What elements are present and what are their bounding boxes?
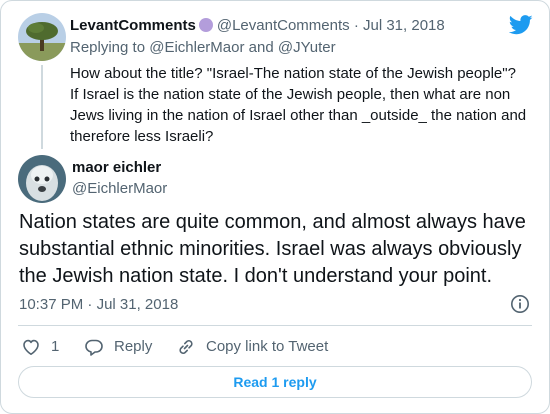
replying-to-line: Replying to @EichlerMaor and @JYuter <box>70 39 336 57</box>
author-handle[interactable]: @LevantComments <box>217 17 350 34</box>
parent-tweet-text: How about the title? "Israel-The nation … <box>70 63 532 147</box>
main-tweet-text: Nation states are quite common, and almo… <box>19 209 539 290</box>
read-replies-button[interactable]: Read 1 reply <box>18 366 532 398</box>
tweet-text-line: Jews living in the nation of Israel othe… <box>70 107 527 124</box>
copy-link-label: Copy link to Tweet <box>206 338 329 355</box>
tweet-text-line: If Israel is the nation state of the Jew… <box>70 86 511 103</box>
tweet-text-line: How about the title? "Israel-The nation … <box>70 65 516 82</box>
mention-link[interactable]: @EichlerMaor <box>149 39 244 56</box>
mention-link[interactable]: @JYuter <box>278 39 336 56</box>
author-name[interactable]: maor eichler <box>72 159 161 177</box>
twitter-bird-icon[interactable] <box>509 15 533 35</box>
author-handle[interactable]: @EichlerMaor <box>72 180 167 198</box>
copy-link-button[interactable]: Copy link to Tweet <box>176 337 328 357</box>
separator-dot: · <box>87 296 93 313</box>
tweet-text-line: substantial ethnic minorities. Israel wa… <box>19 238 522 260</box>
thread-connector-line <box>41 65 43 149</box>
tweet-date[interactable]: Jul 31, 2018 <box>97 296 179 313</box>
tweet-timestamp[interactable]: 10:37 PM · Jul 31, 2018 <box>19 296 178 314</box>
reply-button[interactable]: Reply <box>84 337 152 357</box>
replying-prefix: Replying to <box>70 39 146 56</box>
verified-badge-icon <box>198 18 213 32</box>
embedded-tweet-card: LevantComments @LevantComments · Jul 31, … <box>0 0 550 414</box>
info-icon[interactable] <box>510 294 530 314</box>
avatar[interactable] <box>18 13 66 61</box>
tweet-text-line: Nation states are quite common, and almo… <box>19 211 526 233</box>
reply-label: Reply <box>114 338 153 355</box>
tweet-time[interactable]: 10:37 PM <box>19 296 83 313</box>
tweet-date[interactable]: Jul 31, 2018 <box>363 17 445 34</box>
parent-tweet-header: LevantComments @LevantComments · Jul 31, … <box>70 17 445 35</box>
separator-dot: · <box>353 17 359 34</box>
heart-icon <box>23 339 39 355</box>
reply-icon <box>85 339 103 356</box>
avatar[interactable] <box>18 155 66 203</box>
like-button[interactable]: 1 <box>21 337 59 357</box>
like-count: 1 <box>51 338 60 355</box>
tweet-text-line: therefore less Israeli? <box>70 128 214 145</box>
replying-and: and <box>248 39 274 56</box>
divider <box>18 325 532 326</box>
link-icon <box>179 340 193 354</box>
author-name[interactable]: LevantComments <box>70 17 196 34</box>
tweet-text-line: the Jewish nation state. I don't underst… <box>19 265 493 287</box>
